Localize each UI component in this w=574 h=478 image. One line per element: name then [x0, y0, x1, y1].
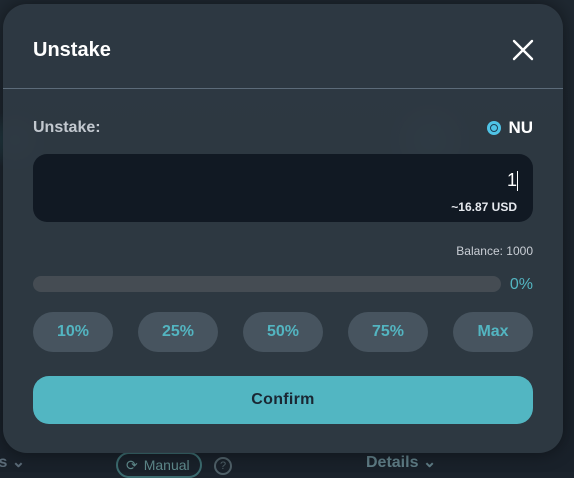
- confirm-button[interactable]: Confirm: [33, 376, 533, 424]
- close-icon[interactable]: [511, 38, 535, 62]
- token-indicator: NU: [487, 118, 533, 138]
- unstake-modal: Unstake Unstake: NU ~16.87 USD Balance: …: [3, 4, 563, 453]
- percent-75-button[interactable]: 75%: [348, 312, 428, 352]
- unstake-field-label: Unstake:: [33, 119, 101, 136]
- percent-25-button[interactable]: 25%: [138, 312, 218, 352]
- percent-buttons: 10% 25% 50% 75% Max: [33, 312, 533, 352]
- refresh-icon: ⟳: [126, 456, 138, 473]
- manual-label: Manual: [143, 457, 190, 473]
- percent-slider[interactable]: [33, 276, 501, 292]
- percent-50-button[interactable]: 50%: [243, 312, 323, 352]
- nu-token-icon: [487, 121, 502, 135]
- amount-field[interactable]: ~16.87 USD: [33, 154, 533, 222]
- modal-header: Unstake: [3, 4, 563, 89]
- amount-label-row: Unstake: NU: [33, 118, 533, 138]
- text-caret: [517, 171, 518, 191]
- background-fragment: ls ⌄: [0, 454, 26, 471]
- details-toggle[interactable]: Details ⌄: [366, 452, 436, 472]
- slider-percent-value: 0%: [509, 276, 533, 293]
- max-button[interactable]: Max: [453, 312, 533, 352]
- manual-toggle[interactable]: ⟳ Manual: [116, 452, 202, 478]
- balance-text: Balance: 1000: [456, 244, 533, 258]
- token-symbol: NU: [508, 118, 533, 137]
- amount-input[interactable]: [217, 170, 517, 191]
- modal-title: Unstake: [33, 39, 111, 61]
- percent-10-button[interactable]: 10%: [33, 312, 113, 352]
- usd-estimate: ~16.87 USD: [451, 200, 517, 214]
- help-icon[interactable]: ?: [214, 457, 232, 475]
